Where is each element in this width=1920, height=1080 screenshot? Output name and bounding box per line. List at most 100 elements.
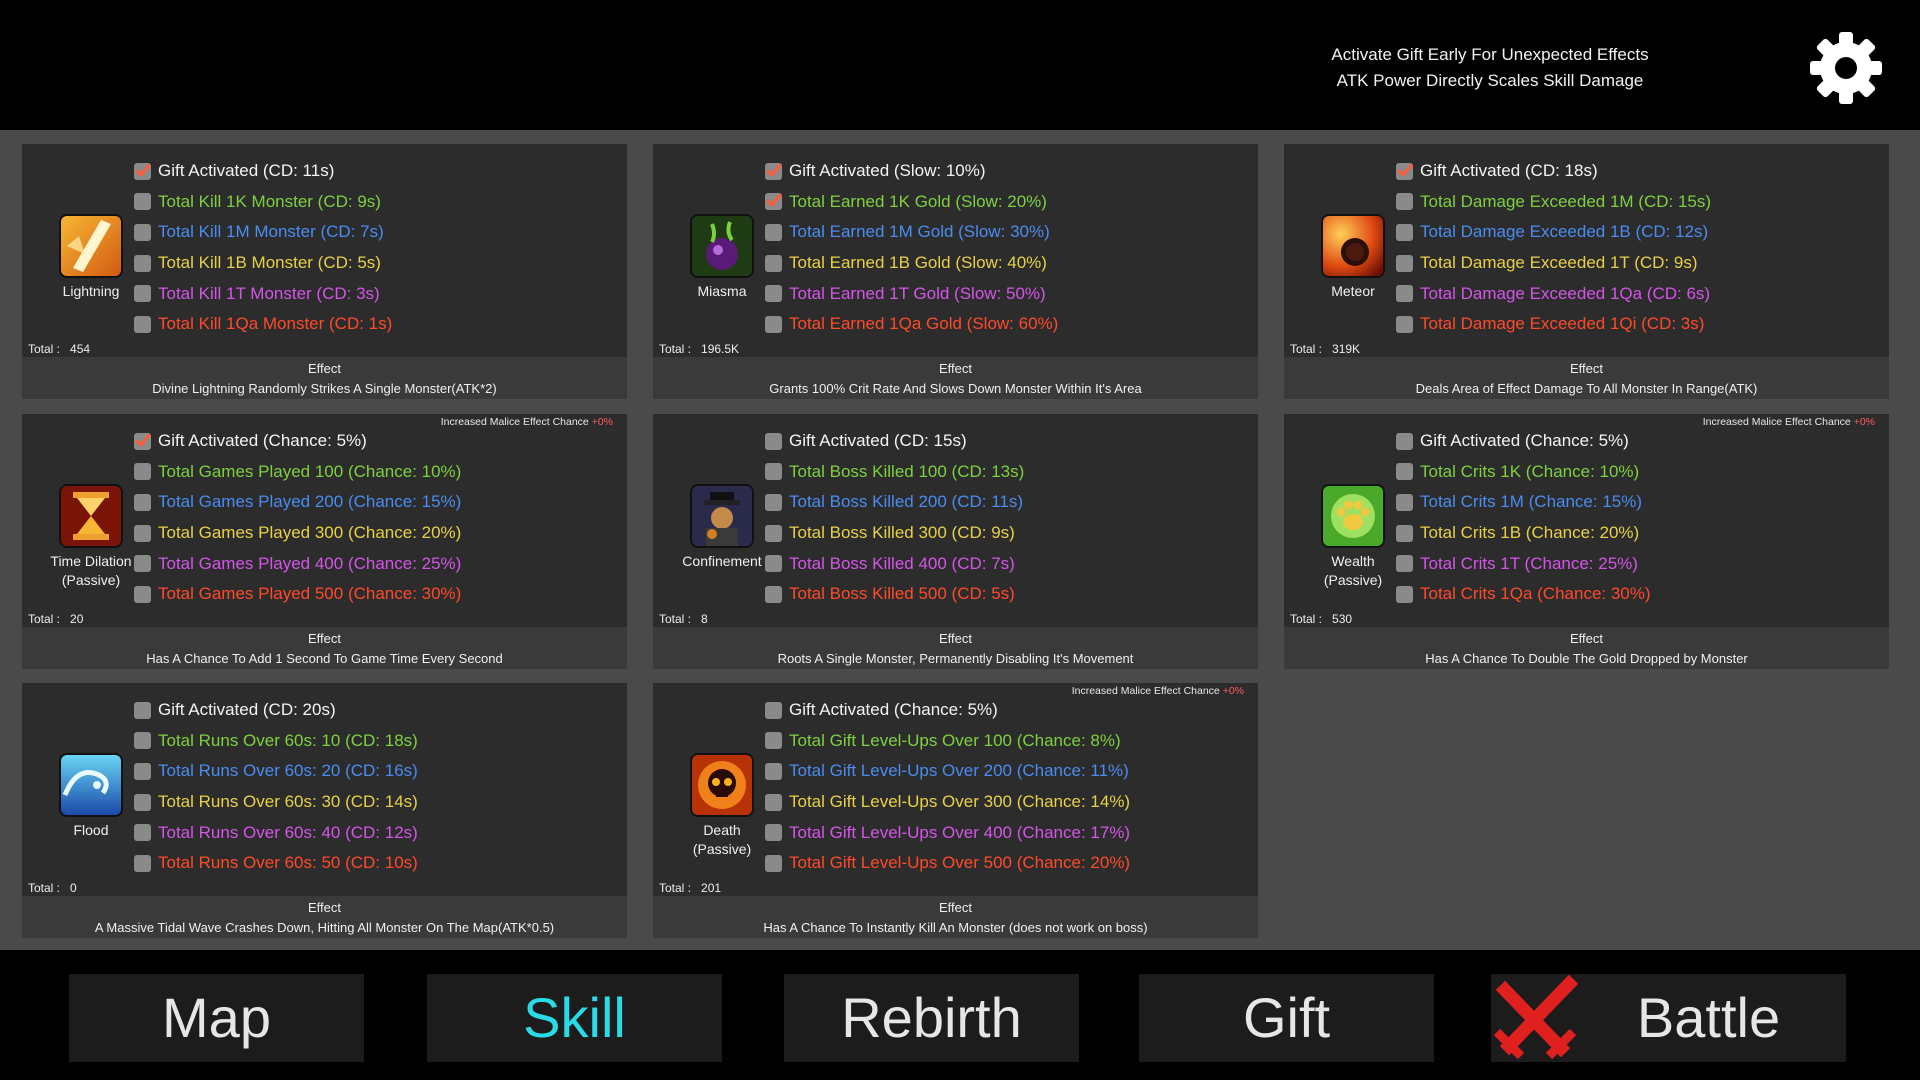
effect-title: Effect [307, 631, 341, 646]
skill-icon-wrap: Miasma [667, 214, 777, 301]
nav-label: Gift [1242, 986, 1331, 1049]
skill-icon-wrap: Meteor [1298, 214, 1408, 301]
condition-checkbox [1396, 254, 1413, 272]
condition-row: Total Earned 1Qa Gold (Slow: 60%) [765, 309, 1058, 340]
skill-name: Wealth [1331, 553, 1375, 569]
condition-row: Gift Activated (Slow: 10%) [765, 156, 1058, 187]
condition-text: Total Games Played 400 (Chance: 25%) [158, 553, 462, 573]
condition-row: Total Boss Killed 400 (CD: 7s) [765, 548, 1024, 579]
total-count: Total : 530 [1290, 612, 1352, 626]
condition-row: Total Damage Exceeded 1M (CD: 15s) [1396, 187, 1711, 218]
condition-list: Gift Activated (CD: 15s) Total Boss Kille… [765, 426, 1024, 610]
effect-box: Effect Divine Lightning Randomly Strikes … [22, 357, 627, 399]
effect-box: Effect Has A Chance To Instantly Kill An … [653, 896, 1258, 938]
condition-row: Total Gift Level-Ups Over 300 (Chance: 1… [765, 787, 1130, 818]
miasma-icon[interactable] [690, 214, 754, 278]
nav-map-button[interactable]: Map [69, 974, 364, 1062]
condition-checkbox [134, 223, 151, 241]
condition-row: Total Runs Over 60s: 30 (CD: 14s) [134, 787, 418, 818]
condition-row: Total Boss Killed 200 (CD: 11s) [765, 487, 1024, 518]
condition-text: Total Gift Level-Ups Over 400 (Chance: 1… [789, 822, 1131, 842]
nav-label: Skill [523, 986, 626, 1049]
flood-icon[interactable] [59, 753, 123, 817]
condition-text: Gift Activated (CD: 20s) [158, 700, 336, 720]
malice-chance-label: Increased Malice Effect Chance +0% [441, 416, 613, 428]
condition-checkbox [134, 762, 151, 780]
total-count: Total : 20 [28, 612, 83, 626]
condition-checkbox [765, 254, 782, 272]
condition-checkbox [1396, 162, 1413, 180]
condition-text: Total Gift Level-Ups Over 100 (Chance: 8… [789, 730, 1121, 750]
condition-list: Gift Activated (Chance: 5%) Total Games P… [134, 426, 461, 610]
skill-icon-wrap: Wealth (Passive) [1298, 484, 1408, 590]
total-label: Total : [659, 881, 692, 895]
condition-text: Gift Activated (Slow: 10%) [789, 161, 986, 181]
condition-checkbox [134, 824, 151, 842]
meteor-icon[interactable] [1321, 214, 1385, 278]
effect-description: Has A Chance To Double The Gold Dropped … [1425, 651, 1748, 666]
skill-card: Miasma Gift Activated (Slow: 10%) Total Ea… [653, 144, 1258, 399]
total-value: 201 [701, 881, 722, 895]
condition-text: Gift Activated (Chance: 5%) [158, 431, 367, 451]
total-value: 454 [70, 342, 91, 356]
condition-row: Total Damage Exceeded 1Qa (CD: 6s) [1396, 278, 1711, 309]
skill-card: Confinement Gift Activated (CD: 15s) Total… [653, 414, 1258, 669]
skill-card: Meteor Gift Activated (CD: 18s) Total Dama… [1284, 144, 1889, 399]
condition-checkbox [1396, 493, 1413, 511]
condition-text: Gift Activated (CD: 18s) [1420, 161, 1598, 181]
skill-name: Meteor [1331, 283, 1375, 299]
condition-row: Total Earned 1M Gold (Slow: 30%) [765, 217, 1058, 248]
condition-text: Total Boss Killed 200 (CD: 11s) [789, 492, 1024, 512]
condition-row: Total Runs Over 60s: 40 (CD: 12s) [134, 817, 418, 848]
condition-text: Gift Activated (Chance: 5%) [1420, 431, 1629, 451]
total-label: Total : [1290, 612, 1323, 626]
condition-text: Total Boss Killed 500 (CD: 5s) [789, 584, 1015, 604]
nav-battle-button[interactable]: Battle [1491, 974, 1846, 1062]
condition-checkbox [765, 824, 782, 842]
settings-button[interactable] [1808, 30, 1884, 106]
condition-row: Gift Activated (CD: 11s) [134, 156, 392, 187]
condition-checkbox [134, 463, 151, 481]
condition-row: Total Games Played 100 (Chance: 10%) [134, 457, 461, 488]
total-label: Total : [28, 612, 61, 626]
condition-text: Total Boss Killed 300 (CD: 9s) [789, 523, 1015, 543]
effect-title: Effect [938, 900, 972, 915]
total-label: Total : [28, 881, 61, 895]
condition-row: Total Gift Level-Ups Over 500 (Chance: 2… [765, 848, 1130, 879]
nav-rebirth-button[interactable]: Rebirth [784, 974, 1079, 1062]
effect-box: Effect Roots A Single Monster, Permanentl… [653, 627, 1258, 669]
total-value: 8 [701, 612, 708, 626]
total-label: Total : [28, 342, 61, 356]
skill-name: Confinement [682, 553, 762, 569]
condition-text: Total Damage Exceeded 1B (CD: 12s) [1420, 222, 1709, 242]
condition-text: Total Earned 1Qa Gold (Slow: 60%) [789, 314, 1059, 334]
skill-name: Lightning [62, 283, 120, 299]
confinement-icon[interactable] [690, 484, 754, 548]
condition-checkbox [134, 493, 151, 511]
condition-row: Total Kill 1M Monster (CD: 7s) [134, 217, 392, 248]
malice-value: +0% [1222, 685, 1244, 697]
total-value: 530 [1332, 612, 1353, 626]
condition-checkbox [765, 793, 782, 811]
skill-icon-wrap: Time Dilation (Passive) [36, 484, 146, 590]
tip-line: Activate Gift Early For Unexpected Effec… [1331, 45, 1649, 64]
hourglass-icon[interactable] [59, 484, 123, 548]
nav-skill-button[interactable]: Skill [427, 974, 722, 1062]
condition-checkbox [765, 162, 782, 180]
tip-line: ATK Power Directly Scales Skill Damage [1336, 71, 1644, 90]
lightning-icon[interactable] [59, 214, 123, 278]
effect-box: Effect Deals Area of Effect Damage To All… [1284, 357, 1889, 399]
condition-list: Gift Activated (Chance: 5%) Total Gift Le… [765, 695, 1130, 879]
skill-card: Lightning Gift Activated (CD: 11s) Total K… [22, 144, 627, 399]
skill-card: Flood Gift Activated (CD: 20s) Total Runs … [22, 683, 627, 938]
condition-checkbox [1396, 585, 1413, 603]
condition-checkbox [765, 854, 782, 872]
condition-checkbox [134, 432, 151, 450]
condition-checkbox [765, 585, 782, 603]
condition-row: Total Kill 1T Monster (CD: 3s) [134, 278, 392, 309]
paw-icon[interactable] [1321, 484, 1385, 548]
condition-row: Total Boss Killed 300 (CD: 9s) [765, 518, 1024, 549]
skull-icon[interactable] [690, 753, 754, 817]
condition-row: Total Games Played 300 (Chance: 20%) [134, 518, 461, 549]
nav-gift-button[interactable]: Gift [1139, 974, 1434, 1062]
